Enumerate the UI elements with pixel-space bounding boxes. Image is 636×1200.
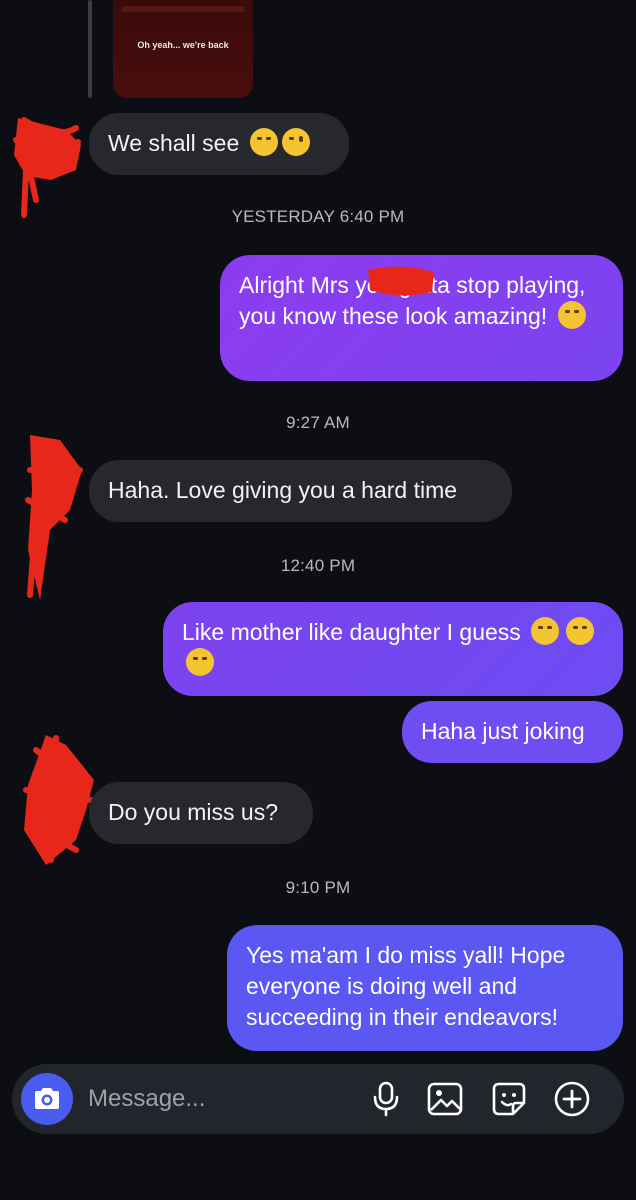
outgoing-message[interactable]: Haha just joking	[402, 701, 623, 763]
reply-thread-line	[88, 0, 92, 98]
microphone-button[interactable]	[367, 1080, 405, 1118]
message-text: Yes ma'am I do miss yall! Hope everyone …	[246, 942, 566, 1030]
timestamp: 9:10 PM	[285, 878, 351, 897]
sender-avatar[interactable]	[6, 110, 86, 220]
rofl-emoji-icon	[249, 128, 278, 156]
timestamp: YESTERDAY 6:40 PM	[231, 207, 405, 226]
message-text: Do you miss us?	[108, 799, 279, 825]
incoming-message[interactable]: Haha. Love giving you a hard time	[89, 460, 512, 522]
camera-button[interactable]	[21, 1073, 73, 1125]
add-button[interactable]	[553, 1080, 591, 1118]
sender-avatar[interactable]	[16, 730, 100, 870]
laughing-emoji-icon	[531, 617, 560, 645]
redaction-mark	[366, 262, 436, 300]
timestamp: 9:27 AM	[286, 413, 350, 432]
message-text: Haha just joking	[421, 718, 585, 744]
sticker-button[interactable]	[490, 1080, 528, 1118]
incoming-message[interactable]: We shall see	[89, 113, 349, 175]
timestamp: 12:40 PM	[280, 556, 356, 575]
sticker-icon	[492, 1082, 526, 1116]
camera-icon	[35, 1088, 59, 1109]
story-caption: Oh yeah... we're back	[137, 40, 229, 50]
story-reply-preview[interactable]: Oh yeah... we're back	[113, 0, 253, 98]
story-header	[121, 6, 245, 12]
laughing-emoji-icon	[186, 648, 214, 676]
message-input[interactable]	[88, 1084, 328, 1114]
message-text: Like mother like daughter I guess	[182, 619, 521, 645]
gallery-icon	[427, 1082, 463, 1116]
gallery-button[interactable]	[426, 1080, 464, 1118]
add-icon	[554, 1081, 590, 1117]
message-composer	[12, 1064, 624, 1134]
outgoing-message[interactable]: Yes ma'am I do miss yall! Hope everyone …	[227, 925, 623, 1051]
message-text: We shall see	[108, 130, 240, 156]
microphone-icon	[373, 1081, 399, 1117]
kiss-emoji-icon	[281, 128, 310, 156]
message-text: Haha. Love giving you a hard time	[108, 477, 458, 503]
sender-avatar[interactable]	[20, 430, 90, 605]
laughing-emoji-icon	[565, 617, 594, 645]
outgoing-message[interactable]: Like mother like daughter I guess	[163, 602, 623, 696]
laughing-emoji-icon	[557, 301, 586, 329]
incoming-message[interactable]: Do you miss us?	[89, 782, 313, 844]
